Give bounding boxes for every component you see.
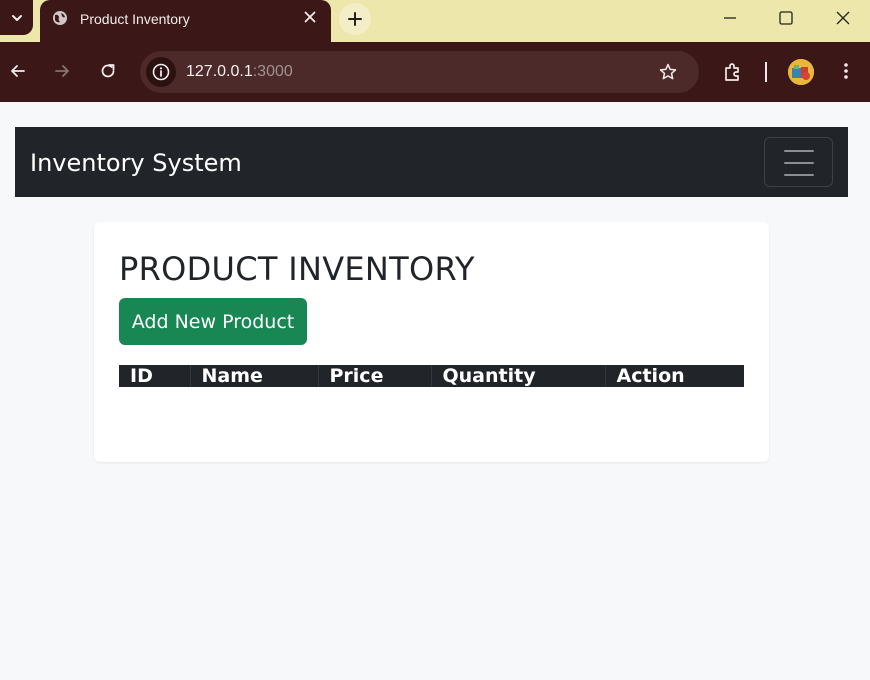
tab-title: Product Inventory	[80, 11, 190, 27]
hamburger-bar	[784, 174, 814, 176]
browser-toolbar: 127.0.0.1:3000	[0, 42, 870, 102]
url-host: 127.0.0.1	[186, 63, 253, 80]
extensions-icon[interactable]	[722, 61, 744, 83]
more-vert-icon[interactable]	[836, 61, 856, 81]
url-port: :3000	[252, 63, 293, 80]
active-tab[interactable]: Product Inventory	[40, 0, 331, 42]
column-header-price: Price	[318, 365, 432, 387]
page-title: PRODUCT INVENTORY	[119, 250, 475, 288]
profile-image-icon	[788, 59, 814, 85]
app-navbar: Inventory System	[15, 127, 848, 197]
add-product-button[interactable]: Add New Product	[119, 298, 307, 345]
inventory-card: PRODUCT INVENTORY Add New Product ID Nam…	[94, 222, 769, 462]
chevron-down-icon	[11, 14, 22, 21]
tab-search-button[interactable]	[0, 0, 33, 35]
column-header-quantity: Quantity	[431, 365, 606, 387]
new-tab-button[interactable]	[339, 3, 371, 35]
inventory-table-body	[119, 387, 744, 417]
star-icon[interactable]	[658, 62, 678, 82]
column-header-name: Name	[190, 365, 319, 387]
column-header-action: Action	[605, 365, 744, 387]
window-close-icon[interactable]	[833, 8, 853, 28]
profile-avatar[interactable]	[788, 59, 814, 85]
maximize-icon[interactable]	[776, 8, 796, 28]
url-text[interactable]: 127.0.0.1:3000	[186, 63, 293, 81]
address-bar[interactable]: 127.0.0.1:3000	[140, 51, 699, 93]
navbar-brand[interactable]: Inventory System	[30, 149, 242, 177]
table-header-row: ID Name Price Quantity Action	[119, 365, 744, 387]
inventory-table: ID Name Price Quantity Action	[119, 365, 744, 417]
reload-icon[interactable]	[98, 61, 118, 81]
minimize-icon[interactable]	[720, 8, 740, 28]
site-info-button[interactable]	[146, 57, 176, 87]
globe-icon	[53, 11, 67, 25]
browser-tabstrip: Product Inventory	[0, 0, 870, 42]
toolbar-divider	[765, 62, 767, 82]
navbar-toggler-button[interactable]	[764, 137, 833, 187]
info-icon	[152, 63, 170, 81]
back-arrow-icon[interactable]	[8, 61, 28, 81]
close-icon[interactable]	[302, 9, 318, 25]
plus-icon	[348, 12, 362, 26]
hamburger-bar	[784, 162, 814, 164]
forward-arrow-icon[interactable]	[52, 61, 72, 81]
hamburger-bar	[784, 150, 814, 152]
column-header-id: ID	[119, 365, 191, 387]
